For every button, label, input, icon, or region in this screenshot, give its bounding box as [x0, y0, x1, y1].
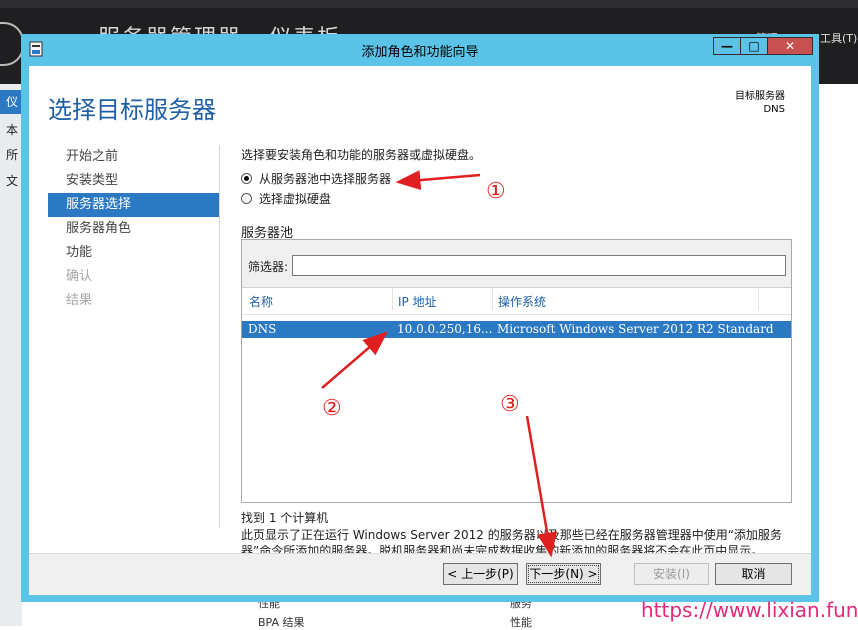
- sidebar-item-file[interactable]: 文: [6, 172, 18, 189]
- radio-pool-label: 从服务器池中选择服务器: [259, 172, 392, 186]
- column-header-ip[interactable]: IP 地址: [398, 293, 437, 310]
- background-tile-label: BPA 结果: [258, 616, 305, 629]
- wizard-titlebar[interactable]: 添加角色和功能向导 — □ ✕: [21, 34, 819, 64]
- destination-label: 目标服务器: [735, 91, 785, 102]
- background-tile-label: 性能: [510, 616, 532, 629]
- filter-input[interactable]: [292, 255, 786, 276]
- column-divider[interactable]: [758, 288, 759, 310]
- radio-select-vhd[interactable]: 选择虚拟硬盘: [241, 190, 331, 207]
- maximize-button[interactable]: □: [740, 37, 768, 55]
- close-button[interactable]: ✕: [767, 37, 813, 55]
- filter-bar: 筛选器:: [242, 240, 791, 288]
- annotation-mark-3: ③: [500, 392, 520, 417]
- step-features[interactable]: 功能: [48, 241, 219, 265]
- server-pool-panel: 筛选器: 名称 IP 地址 操作系统 DNS 10.0.0.250,16... …: [241, 239, 792, 503]
- minimize-button[interactable]: —: [713, 37, 741, 55]
- cancel-button[interactable]: 取消: [715, 563, 792, 585]
- background-sidebar: 仪 本 所 文: [0, 84, 22, 626]
- page-title: 选择目标服务器: [48, 96, 216, 124]
- column-divider[interactable]: [492, 288, 493, 310]
- step-results: 结果: [66, 293, 93, 308]
- radio-button[interactable]: [241, 193, 252, 204]
- wizard-title: 添加角色和功能向导: [361, 45, 479, 60]
- step-installation-type[interactable]: 安装类型: [48, 169, 219, 193]
- next-button[interactable]: 下一步(N) >: [526, 563, 601, 585]
- cell-server-name: DNS: [248, 322, 277, 336]
- column-header-os[interactable]: 操作系统: [498, 293, 546, 310]
- wizard-steps-nav: 开始之前 安装类型 服务器选择 服务器角色 功能 确认 结果: [48, 145, 219, 528]
- wizard-footer: < 上一步(P) 下一步(N) > 安装(I) 取消: [29, 553, 811, 595]
- radio-vhd-label: 选择虚拟硬盘: [259, 192, 332, 206]
- radio-button-selected[interactable]: [241, 173, 252, 184]
- install-button: 安装(I): [634, 563, 709, 585]
- background-titlebar: [0, 0, 858, 8]
- table-row[interactable]: DNS 10.0.0.250,16... Microsoft Windows S…: [242, 321, 791, 338]
- destination-value: DNS: [763, 104, 785, 115]
- radio-select-from-pool[interactable]: 从服务器池中选择服务器: [241, 170, 391, 187]
- column-header-name[interactable]: 名称: [249, 293, 273, 310]
- cell-ip-address: 10.0.0.250,16...: [397, 322, 493, 336]
- sidebar-item-all[interactable]: 所: [6, 146, 18, 163]
- annotation-mark-1: ①: [486, 179, 506, 204]
- nav-divider: [219, 145, 220, 528]
- step-server-selection[interactable]: 服务器选择: [48, 193, 219, 217]
- sidebar-item-local[interactable]: 本: [6, 121, 18, 138]
- column-divider[interactable]: [392, 288, 393, 310]
- tools-menu[interactable]: 工具(T): [820, 30, 857, 46]
- destination-server-info: 目标服务器 DNS: [735, 90, 785, 116]
- sidebar-item-dashboard[interactable]: 仪: [0, 90, 22, 114]
- found-count-text: 找到 1 个计算机: [241, 511, 329, 525]
- filter-label: 筛选器:: [248, 260, 289, 274]
- cell-operating-system: Microsoft Windows Server 2012 R2 Standar…: [497, 322, 774, 336]
- previous-button[interactable]: < 上一步(P): [443, 563, 518, 585]
- add-roles-wizard-window: 添加角色和功能向导 — □ ✕ 选择目标服务器 目标服务器 DNS 开始之前 安…: [21, 34, 819, 602]
- server-table-header: 名称 IP 地址 操作系统: [242, 288, 791, 315]
- step-confirmation: 确认: [66, 269, 93, 284]
- step-server-roles[interactable]: 服务器角色: [48, 217, 219, 241]
- wizard-client-area: 选择目标服务器 目标服务器 DNS 开始之前 安装类型 服务器选择 服务器角色 …: [29, 66, 811, 595]
- instruction-text: 选择要安装角色和功能的服务器或虚拟硬盘。: [241, 148, 482, 162]
- server-selection-content: 选择要安装角色和功能的服务器或虚拟硬盘。 从服务器池中选择服务器 选择虚拟硬盘 …: [241, 146, 793, 566]
- watermark-text: https://www.lixian.fun: [641, 598, 858, 622]
- annotation-mark-2: ②: [322, 396, 342, 421]
- step-before-you-begin[interactable]: 开始之前: [48, 145, 219, 169]
